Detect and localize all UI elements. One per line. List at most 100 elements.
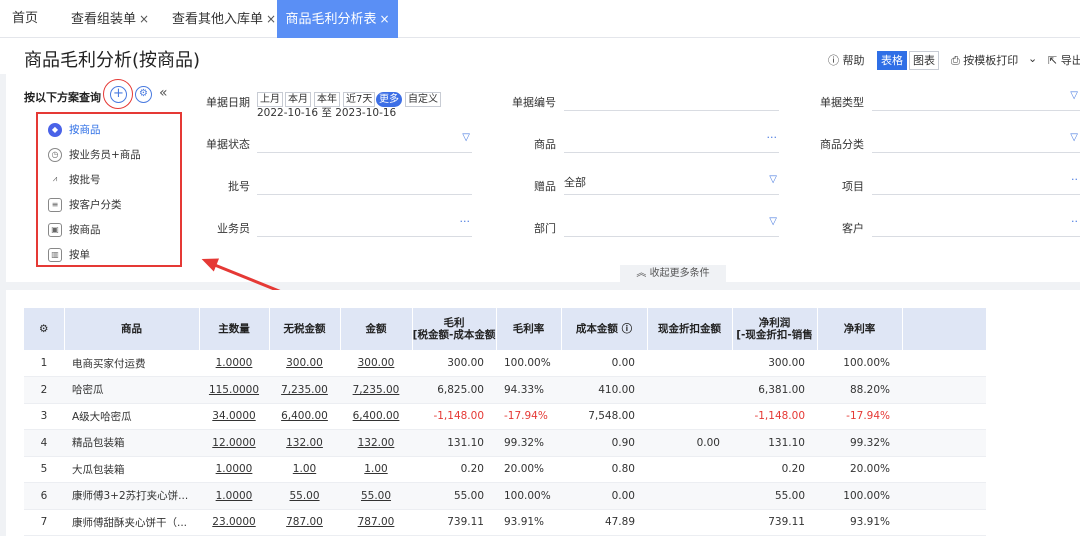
cell-value[interactable]: 7,235.00: [353, 384, 400, 396]
category-select[interactable]: ▽: [872, 129, 1080, 153]
table-cell-untaxed[interactable]: 300.00: [269, 350, 340, 377]
view-table-button[interactable]: 表格: [877, 51, 907, 70]
column-header[interactable]: 净利率: [817, 308, 903, 350]
table-cell-amount[interactable]: 300.00: [340, 350, 412, 377]
column-header[interactable]: 毛利率: [496, 308, 562, 350]
table-cell-qty[interactable]: 23.0000: [199, 509, 269, 536]
settings-icon[interactable]: ⚙: [135, 86, 152, 103]
table-cell-qty[interactable]: 12.0000: [199, 429, 269, 457]
print-button[interactable]: ⎙ 按模板打印: [951, 52, 1018, 68]
cell-value[interactable]: 132.00: [286, 437, 323, 449]
product-input[interactable]: ···: [564, 129, 779, 153]
cell-value[interactable]: 55.00: [361, 490, 391, 502]
cell-value[interactable]: 6,400.00: [353, 410, 400, 422]
export-button[interactable]: ⇱ 导出: [1048, 52, 1080, 68]
cell-value[interactable]: 132.00: [358, 437, 395, 449]
cell-value[interactable]: 787.00: [358, 516, 395, 528]
doc-no-input[interactable]: [564, 87, 779, 111]
view-chart-button[interactable]: 图表: [909, 51, 939, 70]
table-cell-amount[interactable]: 132.00: [340, 429, 412, 457]
column-header[interactable]: 无税金额: [269, 308, 341, 350]
more-icon[interactable]: ···: [460, 215, 471, 228]
column-header[interactable]: 金额: [340, 308, 413, 350]
print-dropdown-icon[interactable]: ⌄: [1028, 52, 1037, 65]
help-button[interactable]: ⓘ 帮助: [828, 52, 865, 68]
table-cell-amount[interactable]: 7,235.00: [340, 376, 412, 404]
project-input[interactable]: ··: [872, 171, 1080, 195]
cell-value[interactable]: 300.00: [286, 357, 323, 369]
table-cell-untaxed[interactable]: 132.00: [269, 429, 340, 457]
table-cell-qty[interactable]: 115.0000: [199, 376, 269, 404]
add-scheme-button[interactable]: +: [110, 86, 127, 103]
table-cell-untaxed[interactable]: 6,400.00: [269, 403, 340, 430]
quick-date-custom[interactable]: 自定义: [405, 92, 441, 107]
doc-status-select[interactable]: ▽: [257, 129, 472, 153]
more-icon[interactable]: ··: [1071, 215, 1078, 228]
table-cell-untaxed[interactable]: 1.00: [269, 456, 340, 483]
customer-input[interactable]: ··: [872, 213, 1080, 237]
column-header[interactable]: 毛利 [税金额-成本金额: [412, 308, 497, 350]
column-header[interactable]: 主数量: [199, 308, 270, 350]
close-icon[interactable]: ×: [379, 12, 389, 26]
close-icon[interactable]: ×: [139, 12, 149, 26]
scheme-item[interactable]: ≡ 按客户分类: [48, 195, 122, 215]
tab-home[interactable]: 首页: [12, 0, 38, 38]
column-header[interactable]: 净利润 [-现金折扣-销售: [732, 308, 818, 350]
date-range-value[interactable]: 2022-10-16 至 2023-10-16: [257, 105, 396, 120]
table-row[interactable]: 7 康师傅甜酥夹心饼干（... 23.0000 787.00 787.00 739.11 9…: [24, 509, 986, 536]
gift-select[interactable]: 全部 ▽: [564, 171, 779, 195]
table-cell-amount[interactable]: 1.00: [340, 456, 412, 483]
tab-other-inbound[interactable]: 查看其他入库单 ×: [172, 0, 276, 38]
cell-value[interactable]: 1.00: [293, 463, 316, 475]
table-cell-untaxed[interactable]: 55.00: [269, 482, 340, 510]
cell-value[interactable]: 12.0000: [212, 437, 255, 449]
table-cell-qty[interactable]: 34.0000: [199, 403, 269, 430]
table-row[interactable]: 1 电商买家付运费 1.0000 300.00 300.00 300.00 100.00% 0…: [24, 350, 986, 377]
table-cell-untaxed[interactable]: 7,235.00: [269, 376, 340, 404]
close-icon[interactable]: ×: [266, 12, 276, 26]
table-row[interactable]: 5 大瓜包装箱 1.0000 1.00 1.00 0.20 20.00% 0.80 0.20 20…: [24, 456, 986, 483]
table-cell-amount[interactable]: 55.00: [340, 482, 412, 510]
cell-value[interactable]: 7,235.00: [281, 384, 328, 396]
table-row[interactable]: 4 精品包装箱 12.0000 132.00 132.00 131.10 99.32% 0.9…: [24, 429, 986, 457]
cell-value[interactable]: 55.00: [289, 490, 319, 502]
table-cell-qty[interactable]: 1.0000: [199, 482, 269, 510]
collapse-icon[interactable]: «: [159, 85, 168, 101]
table-row[interactable]: 3 A级大哈密瓜 34.0000 6,400.00 6,400.00 -1,148.00 -…: [24, 403, 986, 430]
more-icon[interactable]: ···: [767, 131, 778, 144]
batch-input[interactable]: [257, 171, 472, 195]
table-row[interactable]: 6 康师傅3+2苏打夹心饼... 1.0000 55.00 55.00 55.00 100.…: [24, 482, 986, 510]
scheme-item[interactable]: ▥ 按单: [48, 245, 90, 265]
cell-value[interactable]: 6,400.00: [281, 410, 328, 422]
collapse-conditions-button[interactable]: ︽ 收起更多条件: [620, 265, 726, 282]
column-header[interactable]: 现金折扣金额: [647, 308, 733, 350]
table-cell-qty[interactable]: 1.0000: [199, 350, 269, 377]
tab-gross-profit[interactable]: 商品毛利分析表 ×: [277, 0, 398, 38]
cell-value[interactable]: 23.0000: [212, 516, 255, 528]
table-cell-untaxed[interactable]: 787.00: [269, 509, 340, 536]
cell-value[interactable]: 1.0000: [216, 357, 253, 369]
scheme-item[interactable]: ⩘ 按批号: [48, 170, 101, 190]
cell-value[interactable]: 1.0000: [216, 463, 253, 475]
cell-value[interactable]: 787.00: [286, 516, 323, 528]
column-header[interactable]: 成本金额 ⓘ: [561, 308, 648, 350]
cell-value[interactable]: 300.00: [358, 357, 395, 369]
table-cell-qty[interactable]: 1.0000: [199, 456, 269, 483]
salesman-input[interactable]: ···: [257, 213, 472, 237]
column-settings-icon[interactable]: ⚙: [24, 308, 65, 350]
cell-value[interactable]: 1.00: [364, 463, 387, 475]
table-row[interactable]: 2 哈密瓜 115.0000 7,235.00 7,235.00 6,825.00 94.3…: [24, 376, 986, 404]
doc-type-select[interactable]: ▽: [872, 87, 1080, 111]
scheme-item[interactable]: ▣ 按商品: [48, 220, 101, 240]
more-icon[interactable]: ··: [1071, 173, 1078, 186]
tab-assembly[interactable]: 查看组装单 ×: [71, 0, 149, 38]
table-cell-amount[interactable]: 6,400.00: [340, 403, 412, 430]
dept-select[interactable]: ▽: [564, 213, 779, 237]
cell-value[interactable]: 1.0000: [216, 490, 253, 502]
table-cell-amount[interactable]: 787.00: [340, 509, 412, 536]
cell-value[interactable]: 115.0000: [209, 384, 259, 396]
cell-value[interactable]: 34.0000: [212, 410, 255, 422]
scheme-item[interactable]: ◷ 按业务员+商品: [48, 145, 141, 165]
scheme-item[interactable]: ◆ 按商品: [48, 120, 101, 140]
column-header[interactable]: 商品: [64, 308, 200, 350]
